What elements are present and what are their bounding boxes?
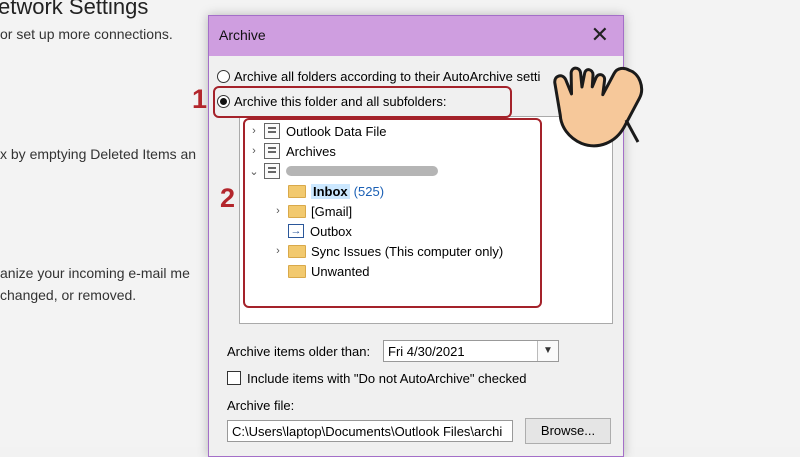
browse-button[interactable]: Browse... [525, 418, 611, 444]
background-text-3: anize your incoming e-mail me [0, 265, 190, 281]
archive-file-input[interactable]: C:\Users\laptop\Documents\Outlook Files\… [227, 420, 513, 442]
older-than-label: Archive items older than: [227, 344, 371, 359]
older-than-date-picker[interactable]: Fri 4/30/2021 ▼ [383, 340, 559, 362]
annotation-step-2: 2 [220, 183, 236, 213]
chevron-down-icon[interactable]: ▼ [537, 341, 558, 361]
background-text-1: or set up more connections. [0, 26, 173, 42]
radio-archive-all[interactable]: Archive all folders according to their A… [217, 69, 540, 84]
close-icon[interactable]: ✕ [591, 22, 609, 48]
radio-unchecked-icon[interactable] [217, 70, 230, 83]
dialog-title: Archive [219, 27, 266, 43]
pointing-hand-icon [553, 66, 644, 148]
annotation-step-1: 1 [192, 84, 208, 114]
annotation-highlight-2 [243, 118, 542, 308]
archive-file-label: Archive file: [227, 398, 295, 413]
older-than-value: Fri 4/30/2021 [388, 344, 465, 359]
radio-archive-all-label: Archive all folders according to their A… [234, 69, 541, 84]
include-do-not-archive-checkbox[interactable] [227, 371, 241, 385]
background-text-2: x by emptying Deleted Items an [0, 146, 197, 162]
background-title: etwork Settings [0, 0, 149, 19]
include-do-not-archive-label: Include items with "Do not AutoArchive" … [247, 371, 527, 386]
background-text-4: changed, or removed. [0, 287, 137, 303]
annotation-highlight-1 [213, 86, 512, 118]
